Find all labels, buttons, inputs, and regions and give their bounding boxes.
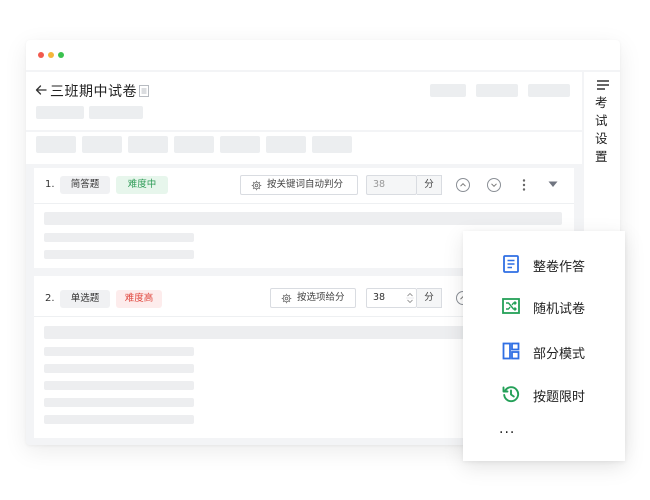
close-window-dot[interactable] <box>38 52 44 58</box>
score-unit: 分 <box>417 175 442 195</box>
menu-item-label: 按题限时 <box>533 390 586 405</box>
page-title: 三班期中试卷 <box>50 84 137 100</box>
question-content-placeholder <box>44 364 194 373</box>
difficulty-badge: 难度高 <box>116 290 162 308</box>
toolbar-item-placeholder <box>174 136 214 153</box>
question-content-placeholder <box>44 347 194 356</box>
header-action-placeholder <box>430 84 466 97</box>
collapse-triangle-icon[interactable] <box>548 181 558 188</box>
question-number: 2. <box>45 293 55 304</box>
layout-icon <box>502 342 520 360</box>
question-type-tag: 单选题 <box>60 290 110 308</box>
score-value: 38 <box>373 292 386 303</box>
arrow-left-icon[interactable] <box>34 83 48 97</box>
filter-toolbar <box>26 132 582 164</box>
question-content-placeholder <box>44 233 194 242</box>
score-stepper[interactable]: 38 <box>366 288 417 308</box>
minimize-window-dot[interactable] <box>48 52 54 58</box>
title-bar <box>26 40 620 70</box>
more-vertical-icon[interactable] <box>522 178 526 192</box>
menu-item-label: 整卷作答 <box>533 260 586 275</box>
menu-lines-icon <box>597 80 609 90</box>
document-icon[interactable] <box>139 85 149 97</box>
menu-item-per-question-timer[interactable]: 按题限时 <box>463 378 625 410</box>
score-unit: 分 <box>417 288 442 308</box>
toolbar-item-placeholder <box>82 136 122 153</box>
question-content-placeholder <box>44 250 194 259</box>
option-scoring-button[interactable]: 按选项给分 <box>270 288 356 308</box>
paper-doc-icon <box>503 255 519 273</box>
gear-icon <box>281 293 292 304</box>
auto-scoring-button[interactable]: 按关键词自动判分 <box>240 175 358 195</box>
menu-item-label: 随机试卷 <box>533 302 586 317</box>
toolbar-item-placeholder <box>312 136 352 153</box>
maximize-window-dot[interactable] <box>58 52 64 58</box>
auto-scoring-label: 按关键词自动判分 <box>267 179 344 190</box>
menu-item-random-paper[interactable]: 随机试卷 <box>463 290 625 322</box>
toolbar-item-placeholder <box>266 136 306 153</box>
toolbar-item-placeholder <box>220 136 260 153</box>
header-info-placeholder <box>36 106 84 119</box>
stepper-arrows-icon[interactable] <box>406 291 414 305</box>
toolbar-item-placeholder <box>36 136 76 153</box>
move-up-icon[interactable] <box>456 178 470 192</box>
header-action-placeholder <box>476 84 518 97</box>
header-info-placeholder <box>89 106 143 119</box>
score-input[interactable]: 38 <box>366 175 417 195</box>
toolbar-item-placeholder <box>128 136 168 153</box>
gear-icon <box>251 180 262 191</box>
move-down-icon[interactable] <box>487 178 501 192</box>
more-options-ellipsis[interactable]: ... <box>499 421 515 437</box>
header-action-placeholder <box>528 84 570 97</box>
shuffle-icon <box>502 298 520 314</box>
question-content-placeholder <box>44 212 562 225</box>
question-content-placeholder <box>44 381 194 390</box>
question-number: 1. <box>45 179 55 190</box>
menu-item-full-exam[interactable]: 整卷作答 <box>463 248 625 280</box>
menu-item-label: 部分模式 <box>533 347 586 362</box>
question-type-tag: 简答题 <box>60 176 110 194</box>
exam-mode-popup: 整卷作答 随机试卷 部分模式 按题限时 ... <box>463 231 625 461</box>
option-scoring-label: 按选项给分 <box>297 292 345 303</box>
history-clock-icon <box>502 386 520 403</box>
card-divider <box>34 203 574 204</box>
exam-settings-label: 考试设置 <box>595 95 608 164</box>
menu-item-partial-mode[interactable]: 部分模式 <box>463 335 625 367</box>
question-content-placeholder <box>44 398 194 407</box>
difficulty-badge: 难度中 <box>116 176 168 194</box>
question-content-placeholder <box>44 415 194 424</box>
exam-header: 三班期中试卷 <box>26 72 582 130</box>
